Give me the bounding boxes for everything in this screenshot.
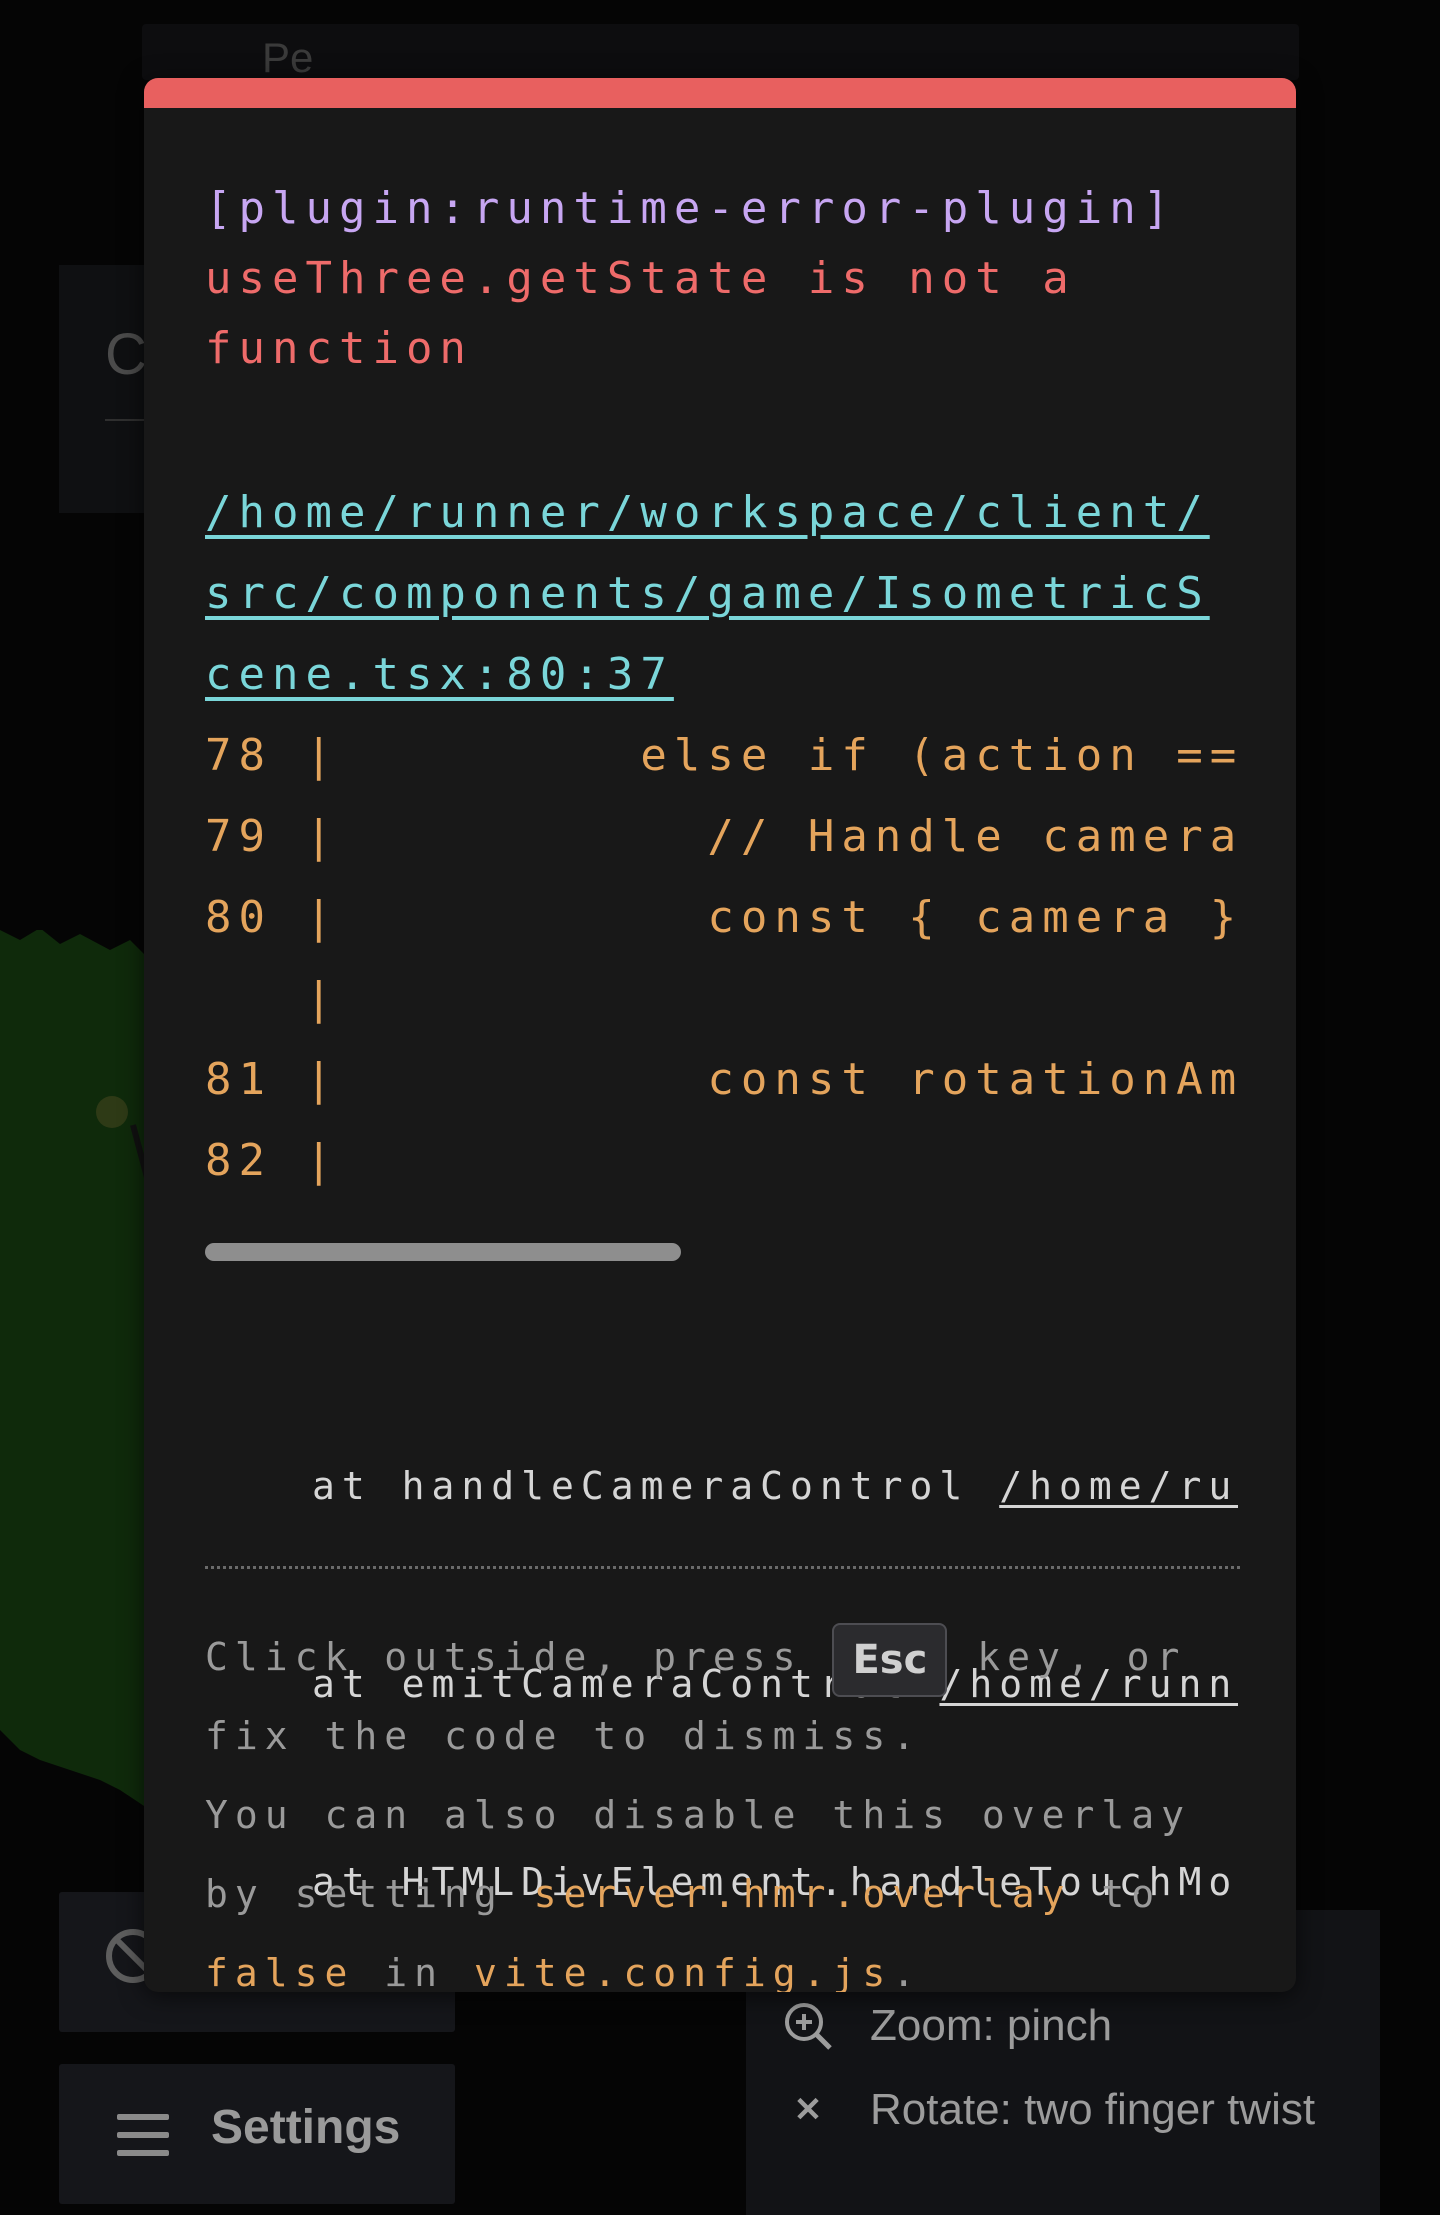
code-frame-line: 80 | const { camera } = <box>205 892 1235 943</box>
code-frame-line: 81 | const rotationAmou <box>205 1054 1235 1105</box>
stack-file-link[interactable]: /home/runner <box>999 1464 1238 1508</box>
error-plugin: [plugin:runtime-error-plugin] <box>205 183 1177 234</box>
error-overlay[interactable]: [plugin:runtime-error-plugin] useThree.g… <box>144 78 1296 1992</box>
overlay-tip: Click outside, press Esc key, or fix the… <box>205 1618 1245 1992</box>
zoom-in-icon <box>780 1998 836 2054</box>
code-frame: 78 | else if (action === 79 | // Handle … <box>205 715 1235 1235</box>
code-frame-line: 78 | else if (action === <box>205 730 1235 781</box>
esc-key: Esc <box>832 1622 948 1697</box>
help-zoom-text: Zoom: pinch <box>870 2001 1113 2050</box>
help-rotate-text: Rotate: two finger twist <box>870 2085 1316 2134</box>
hamburger-menu-icon <box>117 2114 169 2156</box>
left-panel-title: C <box>105 322 147 387</box>
stack-line: at handleCameraControl /home/runner <box>312 1453 1238 1519</box>
false-value: false <box>205 1951 355 1992</box>
settings-button[interactable]: Settings <box>59 2064 455 2204</box>
overlay-accent-bar <box>144 78 1296 108</box>
code-frame-line: 79 | // Handle camera r <box>205 811 1235 862</box>
error-file-link[interactable]: /home/runner/workspace/client/src/compon… <box>205 472 1215 715</box>
help-row-zoom: Zoom: pinch <box>780 1998 1112 2054</box>
top-bar-text: Pe <box>262 34 314 81</box>
code-frame-scrollbar[interactable] <box>205 1243 681 1261</box>
vite-config-file: vite.config.js <box>473 1951 893 1992</box>
close-x-icon: ✕ <box>793 2091 823 2129</box>
overlay-divider <box>205 1566 1240 1569</box>
help-row-rotate: ✕ Rotate: two finger twist <box>780 2082 1315 2138</box>
code-frame-line: 82 | <box>205 1135 339 1186</box>
hmr-overlay-setting: server.hmr.overlay <box>533 1872 1072 1916</box>
code-frame-line: | <box>205 973 339 1024</box>
terrain-grass <box>0 930 150 1810</box>
settings-label: Settings <box>211 2101 401 2154</box>
top-bar: Pe <box>142 24 1299 81</box>
error-message: useThree.getState is not a function <box>205 253 1076 374</box>
